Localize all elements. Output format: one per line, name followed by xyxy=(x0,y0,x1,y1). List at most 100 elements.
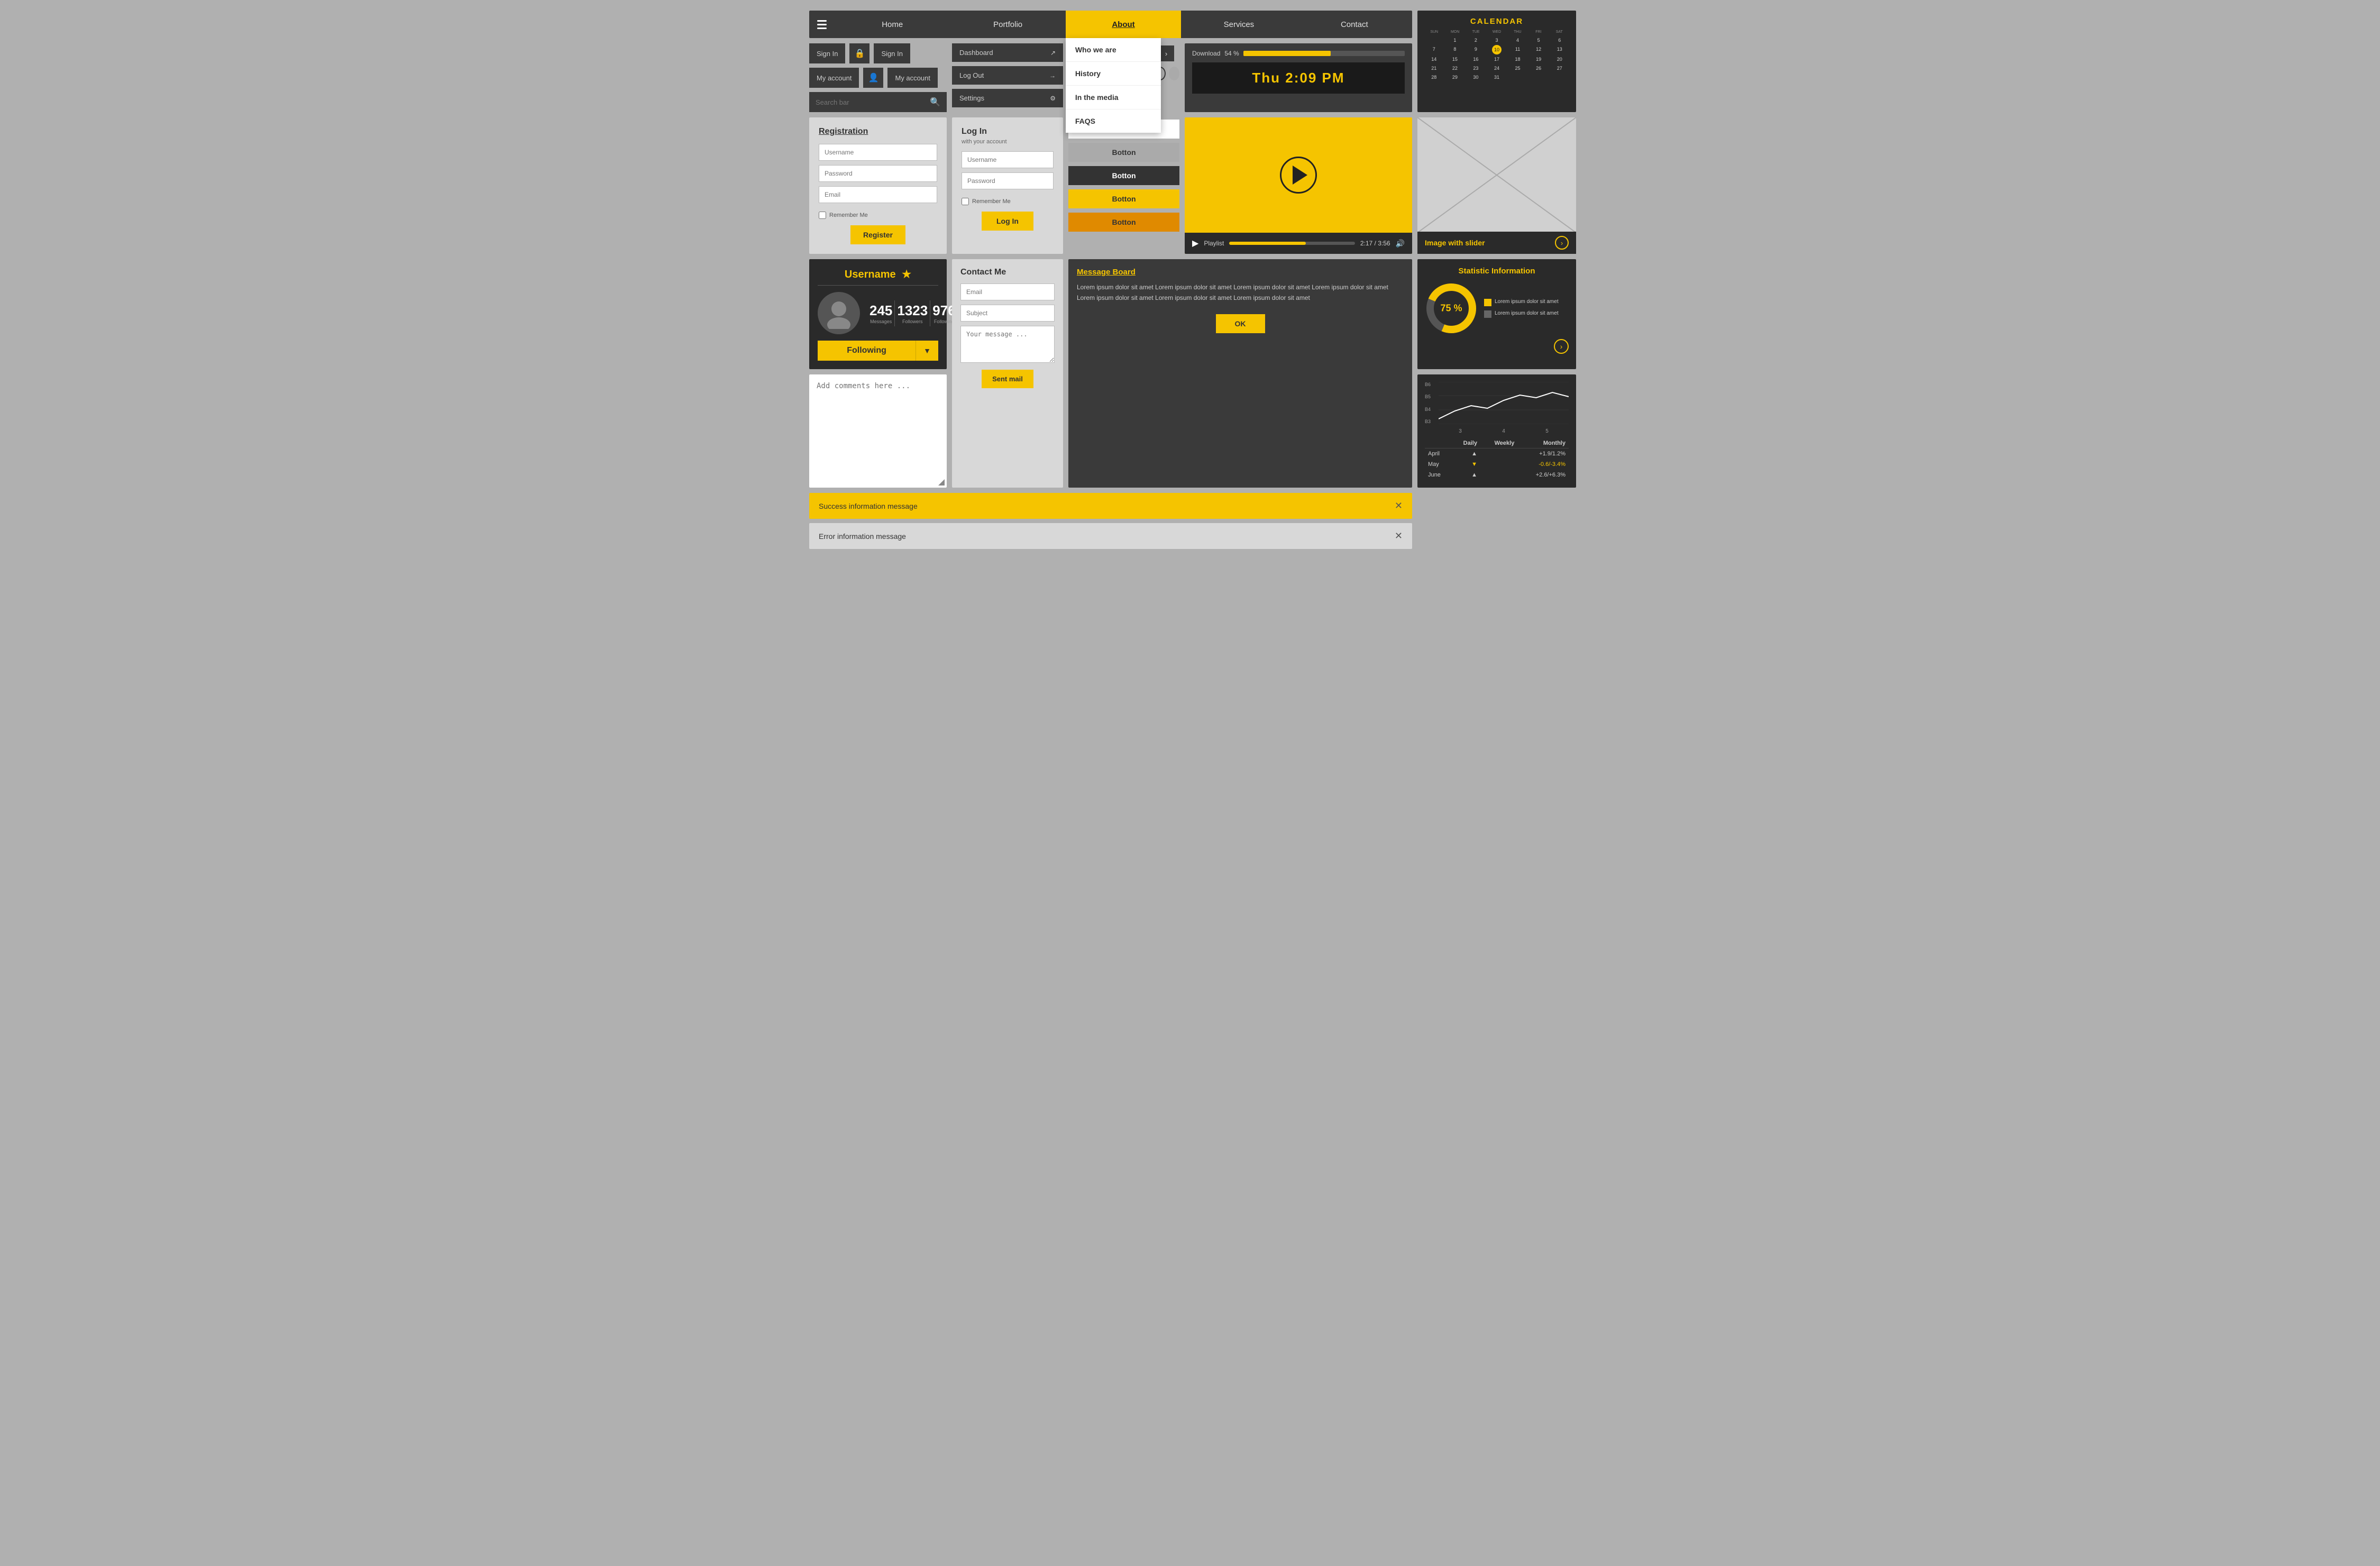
play-control-icon[interactable]: ▶ xyxy=(1192,238,1198,249)
image-slider-next[interactable]: › xyxy=(1555,236,1569,250)
login-button[interactable]: Log In xyxy=(982,212,1033,231)
donut-chart: 75 % xyxy=(1425,282,1478,335)
error-message-text: Error information message xyxy=(819,532,906,541)
reg-remember-checkbox[interactable] xyxy=(819,212,826,219)
video-time: 2:17 / 3:56 xyxy=(1360,240,1390,247)
video-player: ▶ Playlist 2:17 / 3:56 🔊 xyxy=(1185,117,1412,254)
video-progress-bar[interactable] xyxy=(1229,242,1355,245)
user-info-row: 245 Messages 1323 Followers 976 Followin… xyxy=(818,292,938,334)
nav-item-services[interactable]: Services xyxy=(1181,11,1296,38)
success-message: Success information message ✕ xyxy=(809,493,1412,519)
button-gray[interactable]: Botton xyxy=(1068,143,1179,162)
video-area xyxy=(1185,117,1412,233)
trend-up-icon-june: ▲ xyxy=(1471,472,1477,478)
login-username-input[interactable] xyxy=(962,151,1054,168)
button-orange[interactable]: Botton xyxy=(1068,213,1179,232)
signin-button-2[interactable]: Sign In xyxy=(874,43,910,63)
video-progress-fill xyxy=(1229,242,1306,245)
success-close-button[interactable]: ✕ xyxy=(1395,500,1403,511)
resize-handle-icon xyxy=(938,479,945,486)
myaccount-button-2[interactable]: My account xyxy=(887,68,937,88)
message-board-block: Message Board Lorem ipsum dolor sit amet… xyxy=(1068,259,1412,488)
contact-block: Contact Me Sent mail xyxy=(952,259,1063,488)
user-profile-block: Username ★ 245 Messages 1323 Followers xyxy=(809,259,947,369)
nav-item-about[interactable]: About Who we are History In the media FA… xyxy=(1066,11,1181,38)
registration-block: Registration Remember Me Register xyxy=(809,117,947,254)
time-section: Download 54 % Thu 2:09 PM xyxy=(1185,43,1412,112)
send-mail-button[interactable]: Sent mail xyxy=(982,370,1033,388)
calendar-grid: 1 2 3 4 5 6 7 8 9 10 11 12 13 14 15 16 1… xyxy=(1424,36,1570,81)
donut-percentage: 75 % xyxy=(1440,303,1462,314)
contact-email-input[interactable] xyxy=(960,283,1055,300)
table-row-may: May ▼ -0.6/-3.4% xyxy=(1425,459,1569,470)
following-button[interactable]: Following xyxy=(818,341,916,361)
search-input[interactable] xyxy=(809,92,923,112)
play-button[interactable] xyxy=(1280,157,1317,194)
user-action-row: Following ▼ xyxy=(818,341,938,361)
login-remember-checkbox[interactable] xyxy=(962,198,969,205)
logout-button[interactable]: Log Out → xyxy=(952,66,1063,85)
trend-down-icon-may: ▼ xyxy=(1471,461,1477,468)
calendar-today[interactable]: 10 xyxy=(1492,45,1502,54)
lock-icon: 🔒 xyxy=(849,43,869,63)
stat-next-button[interactable]: › xyxy=(1554,339,1569,354)
play-triangle-icon xyxy=(1293,166,1307,185)
signin-button-1[interactable]: Sign In xyxy=(809,43,845,63)
dropdown-item-in-the-media[interactable]: In the media xyxy=(1066,86,1161,109)
hamburger-menu[interactable] xyxy=(809,11,835,38)
myaccount-row: My account 👤 My account xyxy=(809,68,947,88)
comments-textarea[interactable] xyxy=(817,382,939,480)
button-yellow[interactable]: Botton xyxy=(1068,189,1179,208)
reg-password-input[interactable] xyxy=(819,165,937,182)
dropdown-item-history[interactable]: History xyxy=(1066,62,1161,86)
table-row-june: June ▲ +2.6/+6.3% xyxy=(1425,470,1569,480)
clock-display: Thu 2:09 PM xyxy=(1192,62,1405,94)
message-board-text: Lorem ipsum dolor sit amet Lorem ipsum d… xyxy=(1077,282,1404,304)
user-icon: 👤 xyxy=(863,68,883,88)
nav-item-contact[interactable]: Contact xyxy=(1297,11,1412,38)
login-title: Log In xyxy=(962,127,1054,136)
statistic-block: Statistic Information 75 % Lorem ipsum d… xyxy=(1417,259,1576,369)
search-button[interactable]: 🔍 xyxy=(923,92,947,112)
download-bar-bg xyxy=(1243,51,1405,56)
dropdown-item-who-we-are[interactable]: Who we are xyxy=(1066,38,1161,62)
contact-subject-input[interactable] xyxy=(960,305,1055,322)
alerts-section: Success information message ✕ Error info… xyxy=(809,493,1412,549)
image-placeholder-lines xyxy=(1417,117,1576,233)
volume-icon[interactable]: 🔊 xyxy=(1396,239,1405,248)
gear-icon: ⚙ xyxy=(1050,95,1056,102)
dashboard-button[interactable]: Dashboard ↗ xyxy=(952,43,1063,62)
nav-item-home[interactable]: Home xyxy=(835,11,950,38)
video-controls: ▶ Playlist 2:17 / 3:56 🔊 xyxy=(1185,233,1412,254)
message-board-title: Message Board xyxy=(1077,268,1404,277)
reg-email-input[interactable] xyxy=(819,186,937,203)
register-button[interactable]: Register xyxy=(850,225,905,244)
user-profile-name: Username ★ xyxy=(818,268,938,286)
playlist-label: Playlist xyxy=(1204,240,1224,247)
myaccount-button-1[interactable]: My account xyxy=(809,68,859,88)
table-row-april: April ▲ +1.9/1.2% xyxy=(1425,448,1569,460)
contact-message-input[interactable] xyxy=(960,326,1055,363)
button-dark[interactable]: Botton xyxy=(1068,166,1179,185)
legend-yellow-box xyxy=(1484,299,1491,306)
dropdown-item-faqs[interactable]: FAQS xyxy=(1066,109,1161,133)
error-message: Error information message ✕ xyxy=(809,523,1412,549)
calendar-days-header: SUN MON TUE WED THU FRI SAT xyxy=(1424,30,1570,34)
reg-username-input[interactable] xyxy=(819,144,937,161)
download-row: Download 54 % xyxy=(1192,50,1405,57)
error-close-button[interactable]: ✕ xyxy=(1395,530,1403,542)
chart-area: B6 B5 B4 B3 xyxy=(1425,382,1569,424)
nav-dropdown: Who we are History In the media FAQS xyxy=(1066,38,1161,133)
reg-remember-row: Remember Me xyxy=(819,212,937,219)
nav-item-portfolio[interactable]: Portfolio xyxy=(950,11,1065,38)
dot-gray[interactable] xyxy=(1169,67,1179,80)
signin-row: Sign In 🔒 Sign In xyxy=(809,43,947,63)
settings-button[interactable]: Settings ⚙ xyxy=(952,89,1063,107)
image-slider-block: Image with slider › xyxy=(1417,117,1576,254)
ok-button[interactable]: OK xyxy=(1216,314,1265,333)
dropdown-arrow-button[interactable]: ▼ xyxy=(916,341,938,361)
login-password-input[interactable] xyxy=(962,172,1054,189)
legend-gray-box xyxy=(1484,310,1491,318)
comments-block xyxy=(809,374,947,488)
image-slider-label: Image with slider xyxy=(1425,239,1485,247)
